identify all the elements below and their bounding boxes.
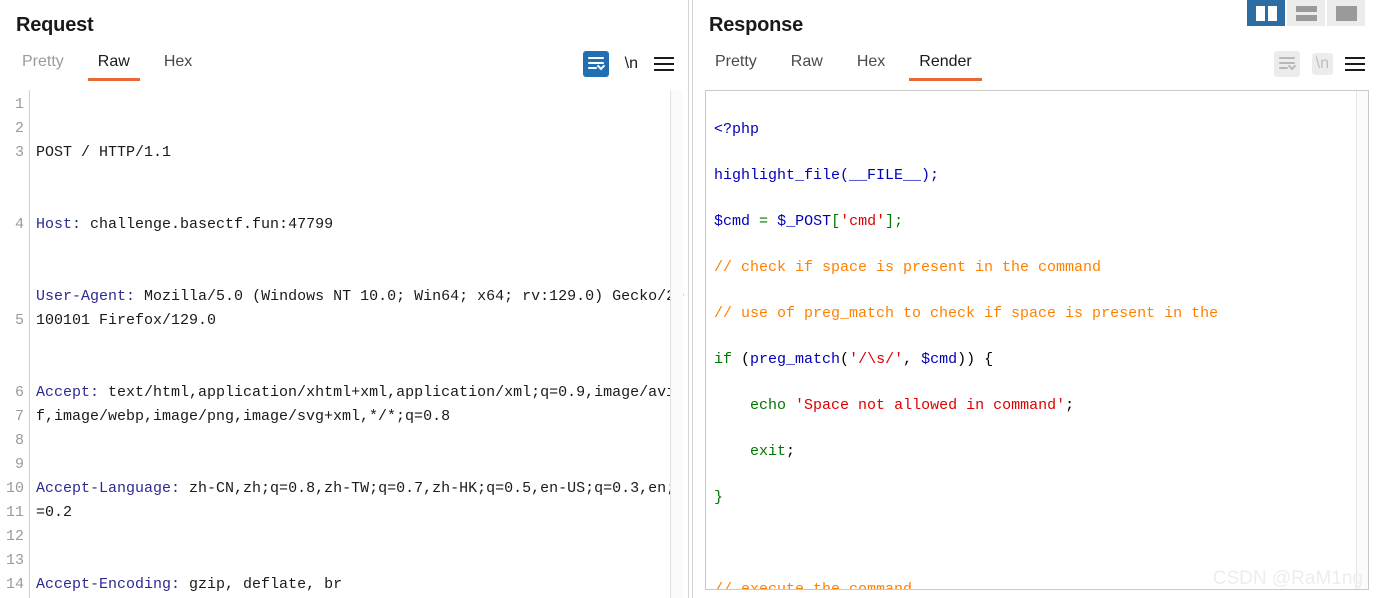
response-panel: Response Pretty Raw Hex Render \n <?php … xyxy=(693,0,1379,598)
rendered-php-source: <?php highlight_file(__FILE__); $cmd = $… xyxy=(706,91,1368,590)
tab-request-pretty[interactable]: Pretty xyxy=(12,49,74,81)
line-number: 7 xyxy=(14,408,24,425)
word-wrap-icon[interactable] xyxy=(582,51,609,77)
php-line: echo 'Space not allowed in command'; xyxy=(750,397,1075,414)
line-number: 10 xyxy=(5,480,24,497)
request-line: POST / HTTP/1.1 xyxy=(36,141,688,165)
word-wrap-glyph xyxy=(587,57,605,71)
tab-response-raw[interactable]: Raw xyxy=(781,49,833,81)
line-number: 13 xyxy=(5,552,24,569)
request-tabbar: Pretty Raw Hex \n xyxy=(0,45,688,81)
php-line: $cmd = $_POST['cmd']; xyxy=(714,213,904,230)
response-menu-icon[interactable] xyxy=(1345,56,1365,72)
newline-toggle-icon[interactable]: \n xyxy=(621,53,642,75)
stacked-view-icon xyxy=(1295,5,1317,21)
stacked-view-button[interactable] xyxy=(1287,0,1325,26)
request-panel-title: Request xyxy=(16,14,94,36)
php-blank-line xyxy=(714,533,1368,557)
php-line: } xyxy=(714,489,724,506)
line-number: 12 xyxy=(5,528,24,545)
word-wrap-glyph xyxy=(1278,57,1296,71)
request-line: Accept-Language: zh-CN,zh;q=0.8,zh-TW;q=… xyxy=(36,480,685,521)
word-wrap-icon[interactable] xyxy=(1273,51,1300,77)
line-number: 8 xyxy=(14,432,24,449)
request-start-line: POST xyxy=(36,144,73,161)
request-line-numbers: 1 2 3 4 5 6 7 8 9 10 11 12 13 14 15 xyxy=(0,90,30,598)
line-number: 1 xyxy=(14,96,24,113)
line-number: 2 xyxy=(14,120,24,137)
single-view-button[interactable] xyxy=(1327,0,1365,26)
line-number-wrapfill xyxy=(0,165,24,213)
line-number: 4 xyxy=(14,216,24,233)
php-comment-line: // use of preg_match to check if space i… xyxy=(714,305,1219,322)
request-editor[interactable]: 1 2 3 4 5 6 7 8 9 10 11 12 13 14 15 PO xyxy=(0,90,688,598)
line-number: 14 xyxy=(5,576,24,593)
request-panel: Request Pretty Raw Hex \n 1 2 3 4 5 6 7 … xyxy=(0,0,688,598)
split-view-button[interactable] xyxy=(1247,0,1285,26)
request-line: Host: challenge.basectf.fun:47799 xyxy=(36,216,334,233)
request-line: Accept: text/html,application/xhtml+xml,… xyxy=(36,384,676,425)
layout-toggle-group xyxy=(1247,0,1365,26)
request-toolbar: \n xyxy=(582,51,688,81)
line-number: 5 xyxy=(14,312,24,329)
line-number: 11 xyxy=(5,504,24,521)
php-line: if (preg_match('/\s/', $cmd)) { xyxy=(714,351,994,368)
request-start-line-rest: / HTTP/1.1 xyxy=(72,144,172,161)
tab-response-pretty[interactable]: Pretty xyxy=(705,49,767,81)
line-number: 6 xyxy=(14,384,24,401)
php-comment-line: // execute the command xyxy=(714,581,913,590)
line-number-wrapfill xyxy=(0,333,24,381)
burp-repeater-window: Request Pretty Raw Hex \n 1 2 3 4 5 6 7 … xyxy=(0,0,1381,598)
split-view-icon xyxy=(1255,5,1277,21)
line-number: 3 xyxy=(14,144,24,161)
response-vertical-scrollbar[interactable] xyxy=(1356,91,1368,589)
php-comment-line: // check if space is present in the comm… xyxy=(714,259,1102,276)
request-line: Accept-Encoding: gzip, deflate, br xyxy=(36,576,343,593)
newline-toggle-icon[interactable]: \n xyxy=(1311,53,1333,75)
request-vertical-scrollbar[interactable] xyxy=(670,90,683,598)
tab-response-hex[interactable]: Hex xyxy=(847,49,895,81)
line-number-wrapfill xyxy=(0,237,24,309)
php-line: <?php xyxy=(714,121,760,138)
php-line: exit; xyxy=(750,443,796,460)
request-raw-text[interactable]: POST / HTTP/1.1 Host: challenge.basectf.… xyxy=(30,90,688,598)
tab-response-render[interactable]: Render xyxy=(909,49,982,81)
response-toolbar: \n xyxy=(1273,51,1379,81)
response-tabbar: Pretty Raw Hex Render \n xyxy=(693,45,1379,81)
request-menu-icon[interactable] xyxy=(654,56,674,72)
request-line: User-Agent: Mozilla/5.0 (Windows NT 10.0… xyxy=(36,288,685,329)
tab-request-hex[interactable]: Hex xyxy=(154,49,202,81)
response-render-view[interactable]: <?php highlight_file(__FILE__); $cmd = $… xyxy=(705,90,1369,590)
line-number: 9 xyxy=(14,456,24,473)
single-view-icon xyxy=(1335,5,1357,21)
php-line: highlight_file(__FILE__); xyxy=(714,167,940,184)
tab-request-raw[interactable]: Raw xyxy=(87,49,140,81)
